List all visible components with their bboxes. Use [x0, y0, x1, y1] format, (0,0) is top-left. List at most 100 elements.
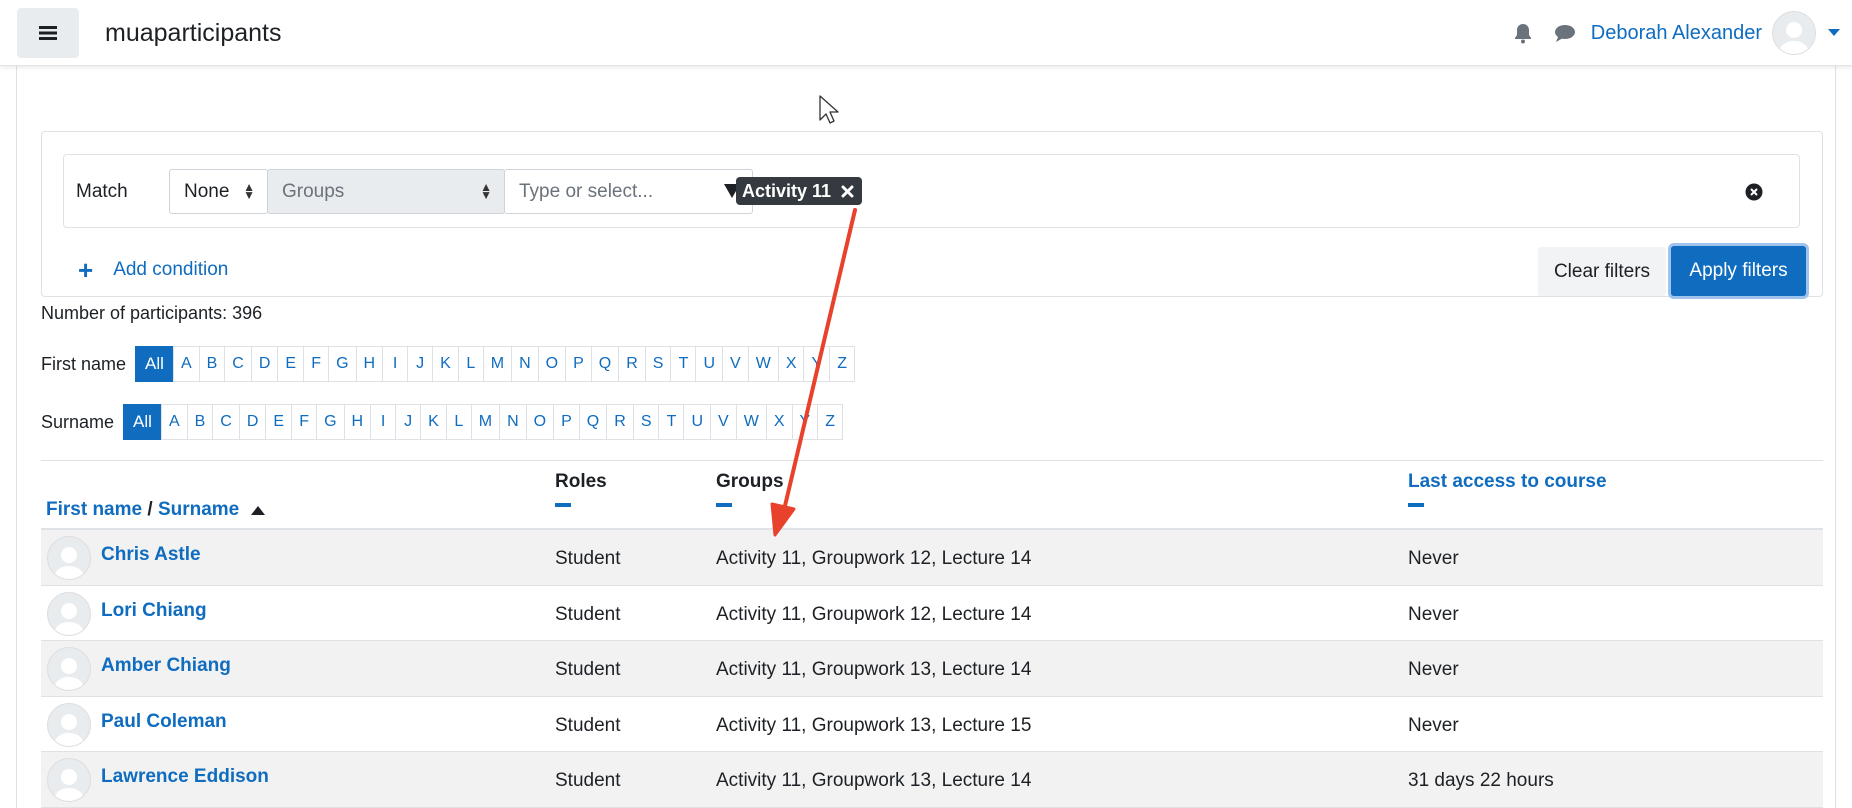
participant-role: Student [555, 548, 621, 569]
first-name-initial-i[interactable]: I [382, 346, 409, 382]
collapse-roles-icon[interactable] [555, 503, 571, 507]
updown-icon: ▲ ▼ [243, 180, 255, 202]
bell-icon[interactable] [1505, 15, 1541, 51]
first-name-initial-u[interactable]: U [695, 346, 724, 382]
chevron-down-icon[interactable] [1816, 29, 1852, 37]
surname-initial-g[interactable]: G [316, 404, 345, 440]
sort-last-access-link[interactable]: Last access to course [1408, 471, 1607, 492]
sort-first-name-link[interactable]: First name [46, 499, 142, 520]
apply-filters-button[interactable]: Apply filters [1671, 246, 1806, 296]
surname-initial-t[interactable]: T [658, 404, 685, 440]
surname-initial-b[interactable]: B [186, 404, 214, 440]
clear-filters-button[interactable]: Clear filters [1538, 247, 1666, 296]
first-name-initial-a[interactable]: A [172, 346, 200, 382]
surname-letters: All A B C D E F G H I J K L M N O P Q R S T U V W X Y Z [123, 404, 844, 440]
surname-initial-h[interactable]: H [343, 404, 372, 440]
avatar[interactable] [47, 758, 91, 802]
participant-name-link[interactable]: Chris Astle [101, 544, 201, 566]
first-name-initial-q[interactable]: Q [590, 346, 620, 382]
first-name-initial-j[interactable]: J [407, 346, 434, 382]
first-name-initial-z[interactable]: Z [829, 346, 856, 382]
surname-initial-v[interactable]: V [710, 404, 737, 440]
participant-groups: Activity 11, Groupwork 13, Lecture 14 [716, 659, 1032, 680]
user-name[interactable]: Deborah Alexander [1591, 22, 1762, 45]
remove-chip-icon[interactable] [841, 185, 854, 198]
surname-initial-u[interactable]: U [683, 404, 712, 440]
collapse-last-access-icon[interactable] [1408, 503, 1424, 507]
first-name-initial-t[interactable]: T [670, 346, 697, 382]
first-name-initial-r[interactable]: R [618, 346, 646, 382]
surname-initial-all[interactable]: All [123, 404, 162, 440]
first-name-initial-p[interactable]: P [565, 346, 592, 382]
selected-group-chip[interactable]: Activity 11 [736, 177, 863, 205]
first-name-initial-b[interactable]: B [198, 346, 226, 382]
collapse-groups-icon[interactable] [716, 503, 732, 507]
participant-name-link[interactable]: Lori Chiang [101, 600, 207, 622]
first-name-initial-l[interactable]: L [457, 346, 484, 382]
updown-icon: ▲ ▼ [480, 180, 492, 202]
surname-initial-r[interactable]: R [606, 404, 634, 440]
first-name-initial-v[interactable]: V [722, 346, 749, 382]
participant-last-access: Never [1408, 659, 1459, 680]
first-name-initial-g[interactable]: G [328, 346, 357, 382]
avatar[interactable] [47, 702, 91, 747]
surname-initial-w[interactable]: W [735, 404, 767, 440]
first-name-initial-m[interactable]: M [482, 346, 513, 382]
avatar[interactable] [47, 591, 91, 636]
surname-initial-c[interactable]: C [212, 404, 240, 440]
participant-name-link[interactable]: Paul Coleman [101, 711, 227, 733]
first-name-initial-e[interactable]: E [277, 346, 305, 382]
first-name-initial-f[interactable]: F [303, 346, 330, 382]
surname-initial-p[interactable]: P [553, 404, 580, 440]
first-name-initial-w[interactable]: W [747, 346, 779, 382]
first-name-initials-bar: First name All A B C D E F G H I J K L M N O P Q R S T U V W X Y Z [41, 346, 856, 382]
filter-value-input[interactable]: Type or select... [504, 169, 753, 214]
surname-initial-z[interactable]: Z [817, 404, 844, 440]
surname-initial-q[interactable]: Q [578, 404, 608, 440]
surname-initial-e[interactable]: E [265, 404, 293, 440]
surname-initial-l[interactable]: L [445, 404, 472, 440]
first-name-initial-c[interactable]: C [224, 346, 252, 382]
surname-initials-label: Surname [41, 411, 115, 432]
surname-initial-k[interactable]: K [420, 404, 447, 440]
table-row: Paul Coleman Student Activity 11, Groupwor… [41, 697, 1823, 752]
filter-type-select[interactable]: Groups ▲ ▼ [267, 169, 505, 214]
plus-icon: + [78, 255, 94, 285]
first-name-initial-all[interactable]: All [135, 346, 174, 382]
hamburger-icon[interactable] [17, 8, 79, 58]
first-name-initial-k[interactable]: K [432, 346, 459, 382]
participant-last-access: Never [1408, 714, 1459, 736]
first-name-initial-s[interactable]: S [644, 346, 672, 382]
avatar[interactable] [47, 647, 91, 691]
table-row: Amber Chiang Student Activity 11, Groupwor… [41, 641, 1823, 697]
surname-initial-m[interactable]: M [470, 404, 501, 440]
first-name-initial-y[interactable]: Y [803, 346, 831, 382]
participant-role: Student [555, 659, 621, 680]
surname-initial-f[interactable]: F [291, 404, 318, 440]
sort-surname-link[interactable]: Surname [158, 499, 239, 520]
avatar[interactable] [47, 536, 91, 580]
match-select[interactable]: None ▲ ▼ [169, 169, 268, 214]
surname-initial-x[interactable]: X [765, 404, 793, 440]
surname-initial-y[interactable]: Y [791, 404, 819, 440]
add-condition-button[interactable]: + Add condition [78, 255, 228, 285]
first-name-initial-n[interactable]: N [511, 346, 539, 382]
first-name-initial-o[interactable]: O [537, 346, 567, 382]
first-name-initial-h[interactable]: H [355, 346, 384, 382]
surname-initial-s[interactable]: S [632, 404, 660, 440]
remove-condition-icon[interactable] [1745, 183, 1763, 206]
first-name-initial-d[interactable]: D [250, 346, 279, 382]
avatar[interactable] [1772, 11, 1816, 55]
surname-initial-n[interactable]: N [499, 404, 527, 440]
participant-name-link[interactable]: Lawrence Eddison [101, 766, 269, 788]
surname-initial-j[interactable]: J [395, 404, 422, 440]
participants-table: First name / Surname Roles Groups Last a… [41, 460, 1823, 808]
surname-initial-o[interactable]: O [525, 404, 555, 440]
surname-initial-d[interactable]: D [238, 404, 267, 440]
speech-bubble-icon[interactable] [1547, 15, 1583, 51]
participant-name-link[interactable]: Amber Chiang [101, 655, 231, 677]
surname-initial-a[interactable]: A [160, 404, 188, 440]
first-name-initial-x[interactable]: X [777, 346, 805, 382]
surname-initial-i[interactable]: I [370, 404, 397, 440]
site-name[interactable]: muaparticipants [105, 19, 281, 48]
